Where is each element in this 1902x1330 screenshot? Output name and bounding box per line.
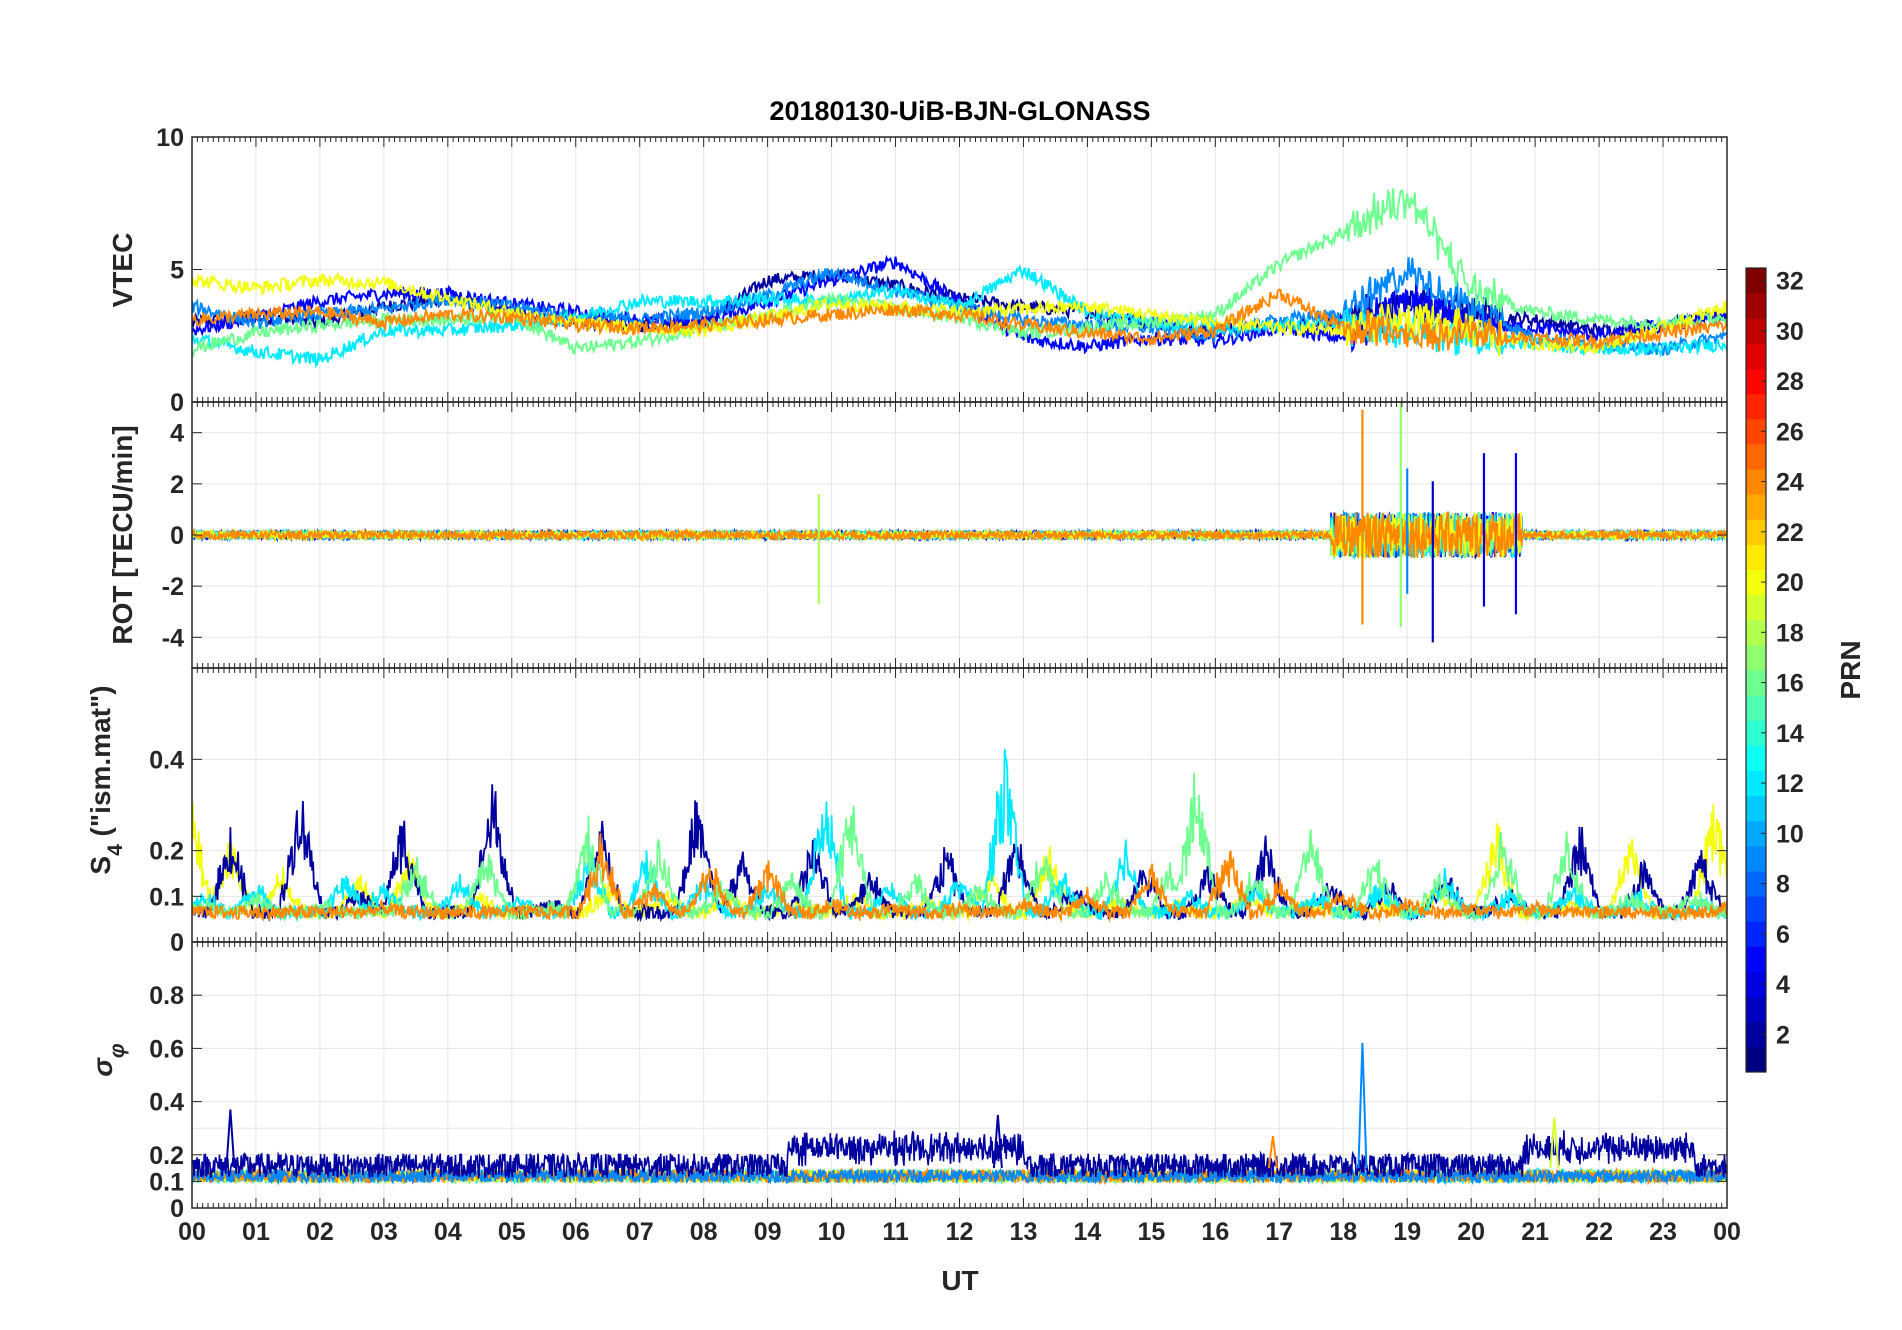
colorbar-cell [1746, 695, 1766, 721]
x-tick-label: 19 [1393, 1218, 1421, 1246]
colorbar-cell [1746, 494, 1766, 520]
colorbar-tick-label: 14 [1776, 720, 1804, 748]
colorbar-tick-label: 4 [1776, 971, 1790, 999]
y-tick-label-rot: -2 [162, 573, 184, 601]
y-tick-label-s4: 0 [170, 929, 184, 957]
x-tick-label: 21 [1521, 1218, 1549, 1246]
x-axis-label: UT [941, 1265, 978, 1296]
colorbar: 2468101214161820222426283032PRN [1745, 267, 1866, 1073]
colorbar-cell [1746, 745, 1766, 771]
colorbar-tick-label: 20 [1776, 569, 1804, 597]
colorbar-cell [1746, 343, 1766, 369]
y-tick-label-s4: 0.4 [149, 746, 184, 774]
colorbar-cell [1746, 795, 1766, 822]
x-tick-label: 03 [370, 1218, 398, 1246]
colorbar-cell [1746, 544, 1766, 570]
colorbar-tick-label: 18 [1776, 619, 1804, 647]
colorbar-tick-label: 26 [1776, 418, 1804, 446]
x-tick-label: 13 [1010, 1218, 1038, 1246]
colorbar-cell [1746, 644, 1766, 671]
x-tick-label: 07 [626, 1218, 654, 1246]
colorbar-cell [1746, 946, 1766, 972]
colorbar-tick-label: 6 [1776, 921, 1790, 949]
y-axis-label-phi: φ [106, 1043, 129, 1058]
y-tick-label-vtec: 10 [156, 124, 184, 152]
colorbar-tick-label: 16 [1776, 670, 1804, 698]
colorbar-cell [1746, 594, 1766, 621]
y-tick-label-rot: 0 [170, 522, 184, 550]
x-tick-label: 12 [946, 1218, 974, 1246]
colorbar-tick-label: 32 [1776, 268, 1804, 296]
colorbar-tick-label: 22 [1776, 519, 1804, 547]
x-tick-label: 20 [1457, 1218, 1485, 1246]
chart-title: 20180130-UiB-BJN-GLONASS [769, 96, 1150, 126]
y-axis-label-sigma: σ [87, 1057, 118, 1077]
y-axis-label-s4-suffix: ("ism.mat") [85, 685, 116, 844]
x-tick-label: 16 [1201, 1218, 1229, 1246]
x-tick-label: 04 [434, 1218, 462, 1246]
x-tick-label: 14 [1074, 1218, 1102, 1246]
x-tick-label: 18 [1329, 1218, 1357, 1246]
colorbar-tick-label: 30 [1776, 318, 1804, 346]
colorbar-tick-label: 24 [1776, 469, 1804, 497]
colorbar-cell [1746, 896, 1766, 922]
colorbar-tick-label: 28 [1776, 368, 1804, 396]
y-tick-label-sigma_phi: 0.8 [149, 982, 184, 1010]
y-tick-label-s4: 0.2 [149, 838, 184, 866]
x-tick-label: 01 [242, 1218, 270, 1246]
figure: 20180130-UiB-BJN-GLONASS 0510-4-202400.1… [85, 96, 1866, 1296]
colorbar-label: PRN [1835, 640, 1866, 699]
colorbar-cell [1746, 996, 1766, 1023]
colorbar-cell [1746, 1046, 1766, 1073]
x-tick-label: 08 [690, 1218, 718, 1246]
x-tick-label: 11 [882, 1218, 909, 1246]
x-tick-label: 22 [1585, 1218, 1613, 1246]
y-tick-label-s4: 0.1 [149, 883, 184, 911]
colorbar-cell [1746, 293, 1766, 319]
colorbar-cell [1746, 443, 1766, 470]
x-tick-label: 15 [1137, 1218, 1165, 1246]
x-tick-label: 05 [498, 1218, 526, 1246]
y-axis-label-sigma-phi: σφ [87, 1043, 129, 1077]
y-axis-label-rot: ROT [TECU/min] [107, 425, 138, 644]
y-tick-label-sigma_phi: 0.1 [149, 1168, 184, 1196]
y-tick-label-rot: 2 [170, 471, 184, 499]
x-tick-label: 09 [754, 1218, 782, 1246]
colorbar-tick-label: 8 [1776, 871, 1790, 899]
colorbar-cell [1746, 393, 1766, 420]
sigma-phi-spike [1357, 1043, 1368, 1169]
y-axis-label-s4-main: S [85, 856, 116, 875]
y-tick-label-vtec: 5 [170, 257, 184, 285]
colorbar-tick-label: 10 [1776, 820, 1804, 848]
y-tick-label-sigma_phi: 0.6 [149, 1035, 184, 1063]
colorbar-tick-label: 12 [1776, 770, 1804, 798]
x-tick-label: 10 [818, 1218, 846, 1246]
x-tick-label: 00 [178, 1218, 206, 1246]
y-tick-label-sigma_phi: 0.4 [149, 1089, 184, 1117]
x-tick-label: 02 [306, 1218, 334, 1246]
y-axis-label-vtec: VTEC [107, 233, 138, 308]
y-tick-label-rot: -4 [162, 624, 184, 652]
sigma-phi-spike [1549, 1117, 1560, 1169]
x-tick-label: 23 [1649, 1218, 1677, 1246]
x-tick-label: 00 [1713, 1218, 1741, 1246]
x-tick-label: 17 [1265, 1218, 1293, 1246]
y-tick-label-rot: 4 [170, 420, 184, 448]
y-tick-label-vtec: 0 [170, 389, 184, 417]
x-tick-label: 06 [562, 1218, 590, 1246]
y-axis-label-s4-sub: 4 [104, 844, 127, 856]
colorbar-cell [1746, 845, 1766, 872]
y-tick-label-sigma_phi: 0.2 [149, 1142, 184, 1170]
y-axis-label-s4: S4 ("ism.mat") [85, 685, 127, 874]
sigma-phi-spike [225, 1109, 236, 1169]
colorbar-tick-label: 2 [1776, 1021, 1790, 1049]
